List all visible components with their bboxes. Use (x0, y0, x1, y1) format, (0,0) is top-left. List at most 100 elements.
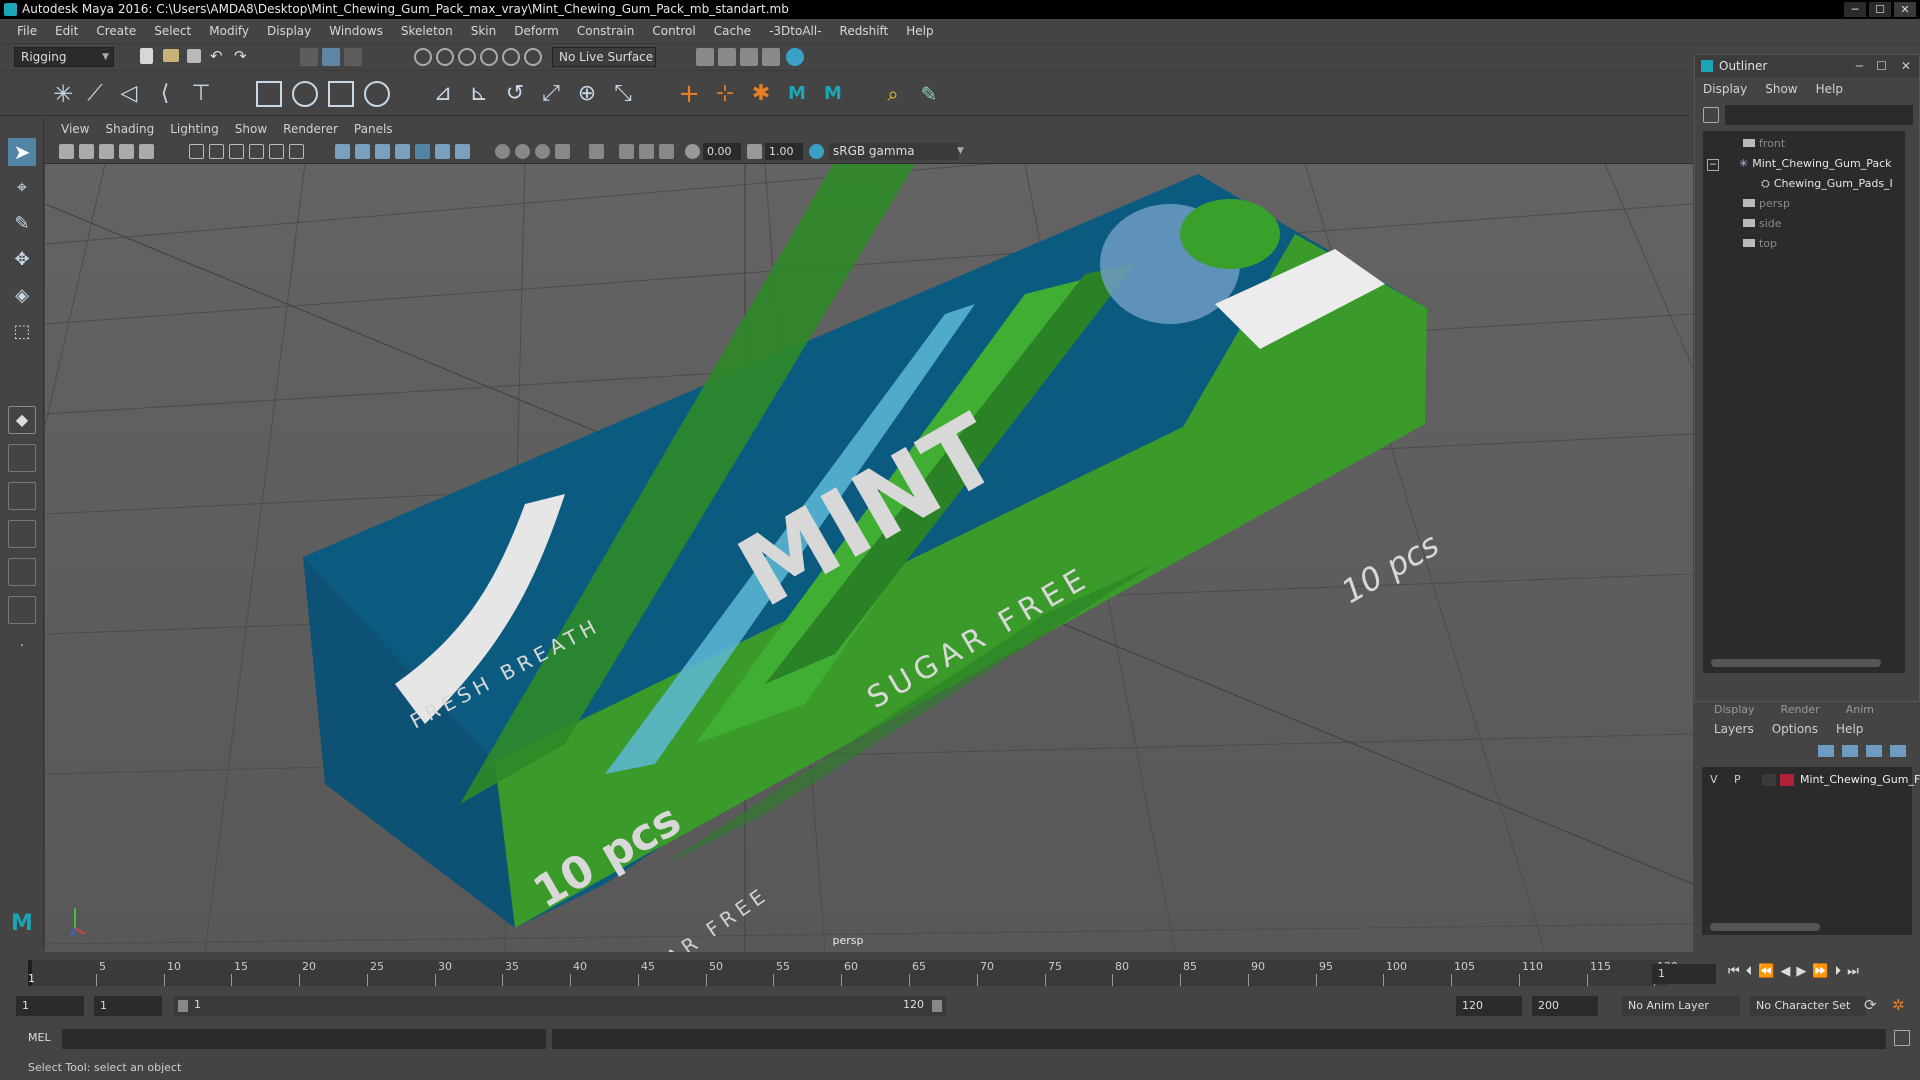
use-all-lights-icon[interactable] (415, 144, 430, 159)
command-input[interactable] (62, 1029, 546, 1049)
layer-display-type[interactable] (1762, 774, 1776, 786)
persp-graph-layout-icon[interactable] (8, 520, 36, 548)
gate-mask-icon[interactable] (249, 144, 264, 159)
minimize-button[interactable]: ─ (1844, 2, 1866, 17)
human-ik-icon[interactable]: M (784, 81, 810, 107)
orient-constraint-icon[interactable]: ↺ (502, 81, 528, 107)
new-layer-selected-icon[interactable] (1890, 745, 1906, 757)
view-transform-dropdown[interactable]: sRGB gamma (829, 143, 959, 160)
play-backward-icon[interactable]: ◀ (1780, 964, 1790, 979)
select-by-component-icon[interactable] (344, 48, 362, 66)
move-tool-icon[interactable]: ✥ (8, 246, 36, 274)
current-time-field[interactable]: 1 (1652, 964, 1716, 984)
persp-outliner-layout-icon[interactable] (8, 482, 36, 510)
custom-layout-icon[interactable] (8, 596, 36, 624)
ambient-occlusion-icon[interactable] (455, 144, 470, 159)
anim-start-field[interactable]: 1 (16, 996, 84, 1016)
depth-of-field-icon[interactable] (535, 144, 550, 159)
menu-modify[interactable]: Modify (200, 24, 258, 38)
menu-skin[interactable]: Skin (462, 24, 506, 38)
step-back-key-icon[interactable]: ⏴ (1746, 964, 1753, 979)
move-layer-down-icon[interactable] (1842, 745, 1858, 757)
outliner-item-mesh[interactable]: ⛭ Chewing_Gum_Pads_I (1761, 175, 1893, 193)
smooth-bind-icon[interactable] (292, 81, 318, 107)
step-forward-key-icon[interactable]: ⏵ (1835, 964, 1842, 979)
layer-menu-help[interactable]: Help (1836, 722, 1863, 736)
character-set-dropdown[interactable]: No Character Set (1750, 996, 1866, 1016)
layer-menu-options[interactable]: Options (1772, 722, 1818, 736)
open-scene-icon[interactable] (163, 49, 179, 62)
pole-vector-icon[interactable]: ⤡ (610, 81, 636, 107)
redo-icon[interactable]: ↷ (234, 49, 252, 67)
new-empty-layer-icon[interactable] (1866, 745, 1882, 757)
play-forward-icon[interactable]: ▶ (1796, 964, 1806, 979)
panel-menu-renderer[interactable]: Renderer (275, 122, 346, 136)
ik-spline-icon[interactable]: ◁ (116, 81, 142, 107)
snap-grid-icon[interactable] (414, 48, 432, 66)
paint-weights-icon[interactable] (328, 81, 354, 107)
perspective-viewport[interactable]: MINT SUGAR FREE FRESH BREATH 10 pcs 10 p… (45, 164, 1693, 952)
menu-constrain[interactable]: Constrain (568, 24, 644, 38)
outliner-menu-show[interactable]: Show (1765, 82, 1797, 96)
snap-point-icon[interactable] (458, 48, 476, 66)
parent-constraint-icon[interactable]: ⊿ (430, 81, 456, 107)
ik-handle-icon[interactable]: ⟋ (82, 81, 108, 107)
quick-rig-icon[interactable]: M (820, 81, 846, 107)
menu-create[interactable]: Create (87, 24, 145, 38)
smooth-shade-icon[interactable] (355, 144, 370, 159)
chevron-down-icon[interactable]: ▼ (953, 144, 968, 159)
lasso-tool-icon[interactable]: ⌖ (8, 174, 36, 202)
layer-visibility-toggle[interactable]: V (1710, 771, 1718, 789)
panel-menu-panels[interactable]: Panels (346, 122, 401, 136)
blend-shape-icon[interactable]: ✱ (748, 81, 774, 107)
undo-icon[interactable]: ↶ (210, 49, 228, 67)
panel-menu-shading[interactable]: Shading (97, 122, 162, 136)
point-constraint-icon[interactable]: ⊾ (466, 81, 492, 107)
resolution-gate-icon[interactable] (229, 144, 244, 159)
hypershade-icon[interactable] (786, 48, 804, 66)
deformer-icon[interactable]: ⌕ (880, 81, 906, 107)
outliner-item-side[interactable]: side (1743, 215, 1782, 233)
orient-joint-icon[interactable]: ⊤ (188, 81, 214, 107)
panel-menu-lighting[interactable]: Lighting (162, 122, 227, 136)
anim-prefs-icon[interactable]: ⟳ (1864, 996, 1877, 1014)
tab-display[interactable]: Display (1714, 703, 1755, 717)
menu-cache[interactable]: Cache (705, 24, 760, 38)
save-scene-icon[interactable] (187, 49, 201, 63)
menu-3dtoall[interactable]: -3DtoAll- (760, 24, 830, 38)
shadows-icon[interactable] (435, 144, 450, 159)
ipr-render-icon[interactable] (740, 48, 758, 66)
field-chart-icon[interactable] (269, 144, 284, 159)
layer-menu-layers[interactable]: Layers (1714, 722, 1754, 736)
menu-deform[interactable]: Deform (505, 24, 568, 38)
layer-playback-toggle[interactable]: P (1734, 771, 1741, 789)
locator-icon[interactable]: + (676, 81, 702, 107)
snap-surface-icon[interactable] (502, 48, 520, 66)
render-settings-icon[interactable] (762, 48, 780, 66)
range-end-handle[interactable] (932, 1000, 942, 1012)
anim-layer-dropdown[interactable]: No Anim Layer (1622, 996, 1740, 1016)
outliner-minimize-button[interactable]: ─ (1856, 55, 1863, 77)
menu-edit[interactable]: Edit (46, 24, 87, 38)
outliner-close-button[interactable]: ✕ (1901, 55, 1911, 77)
hypershade-layout-icon[interactable] (8, 558, 36, 586)
layer-row[interactable]: V P Mint_Chewing_Gum_F (1706, 771, 1920, 789)
more-layouts-icon[interactable]: · (8, 632, 36, 660)
scale-tool-icon[interactable]: ⬚ (8, 318, 36, 346)
bind-skin-icon[interactable] (256, 81, 282, 107)
playback-end-field[interactable]: 120 (1456, 996, 1522, 1016)
outliner-item-persp[interactable]: persp (1743, 195, 1790, 213)
rotate-tool-icon[interactable]: ◈ (8, 282, 36, 310)
xray-joints-icon[interactable] (619, 144, 634, 159)
backface-culling-icon[interactable] (659, 144, 674, 159)
outliner-item-front[interactable]: front (1743, 135, 1785, 153)
range-start-handle[interactable] (178, 1000, 188, 1012)
motion-blur-icon[interactable] (495, 144, 510, 159)
render-current-frame-icon[interactable] (718, 48, 736, 66)
step-back-frame-icon[interactable]: ⏪ (1758, 964, 1774, 979)
select-by-hierarchy-icon[interactable] (300, 48, 318, 66)
snap-view-plane-icon[interactable] (480, 48, 498, 66)
collapse-toggle-icon[interactable]: − (1707, 159, 1719, 171)
maximize-button[interactable]: ☐ (1869, 2, 1891, 17)
wireframe-icon[interactable] (335, 144, 350, 159)
